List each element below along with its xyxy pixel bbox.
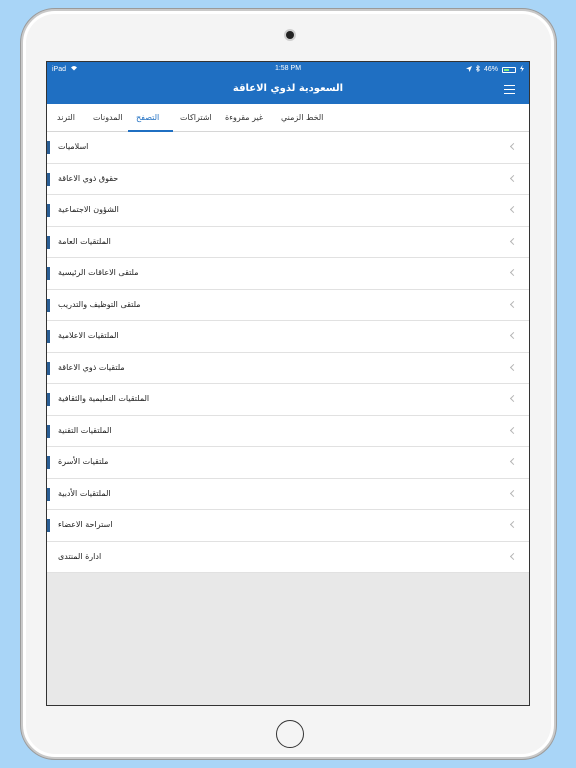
forum-label: الملتقيات الأدبية (58, 488, 111, 498)
forum-marker (47, 172, 50, 186)
forum-label: ادارة المنتدى (58, 551, 102, 561)
chevron-left-icon (509, 552, 518, 560)
forum-list-item[interactable]: اسلاميات (47, 132, 529, 164)
forum-label: الملتقيات العامة (58, 236, 111, 246)
forum-list-item[interactable]: الشؤون الاجتماعية (47, 195, 529, 227)
forum-label: الملتقيات الاعلامية (58, 331, 119, 340)
forum-list-item[interactable]: ملتقيات الأسرة (47, 447, 529, 479)
forum-label: ملتقى الاعاقات الرئيسية (58, 268, 139, 277)
tab-timeline[interactable]: الخط الزمني (281, 113, 323, 122)
forum-marker (47, 330, 50, 343)
battery-level (504, 68, 509, 71)
forum-marker (47, 267, 50, 280)
forum-list-item[interactable]: ادارة المنتدى (47, 542, 529, 573)
forum-list-item[interactable]: الملتقيات التقنية (47, 416, 529, 447)
forum-list: اسلاميات حقوق ذوي الاعاقة الشؤون الاجتماعي… (47, 132, 529, 573)
page-title: السعودية لذوي الاعاقة (232, 83, 344, 94)
forum-label: الملتقيات التقنية (58, 425, 112, 435)
chevron-left-icon (509, 489, 518, 497)
forum-list-item[interactable]: ملتقى التوظيف والتدريب (47, 290, 529, 321)
tab-trending[interactable]: الترند (57, 113, 75, 122)
forum-label: حقوق ذوي الاعاقة (58, 173, 119, 183)
status-time: 1:58 PM (274, 65, 302, 72)
navigation-bar: السعودية لذوي الاعاقة (47, 76, 529, 104)
chevron-left-icon (509, 300, 518, 308)
tab-browse[interactable]: التصفح (136, 113, 159, 122)
battery-icon (502, 66, 516, 73)
status-bar: iPad 1:58 PM 46% (47, 62, 529, 76)
chevron-left-icon (509, 426, 518, 434)
forum-list-item[interactable]: ملتقيات ذوي الاعاقة (47, 353, 529, 384)
forum-marker (47, 487, 50, 501)
chevron-left-icon (509, 142, 518, 151)
battery-percent: 46% (483, 66, 498, 73)
forum-marker (47, 424, 50, 438)
forum-list-item[interactable]: حقوق ذوي الاعاقة (47, 164, 529, 195)
chevron-left-icon (509, 394, 518, 403)
forum-label: ملتقيات ذوي الاعاقة (58, 362, 125, 372)
chevron-left-icon (509, 268, 518, 277)
location-arrow-icon (465, 65, 472, 74)
forum-label: استراحة الاعضاء (58, 520, 113, 529)
tab-unread[interactable]: غير مقروءة (225, 113, 263, 122)
forum-marker (47, 298, 50, 312)
forum-list-item[interactable]: الملتقيات العامة (47, 227, 529, 258)
forum-label: ملتقى التوظيف والتدريب (58, 299, 141, 309)
forum-list-item[interactable]: ملتقى الاعاقات الرئيسية (47, 258, 529, 290)
forum-label: الشؤون الاجتماعية (58, 205, 119, 214)
charging-icon (520, 65, 524, 74)
forum-marker (47, 393, 50, 406)
forum-marker (47, 235, 50, 249)
forum-label: اسلاميات (58, 142, 89, 151)
forum-list-item[interactable]: الملتقيات الاعلامية (47, 321, 529, 353)
chevron-left-icon (509, 174, 518, 182)
forum-marker (47, 204, 50, 217)
forum-marker (47, 456, 50, 469)
chevron-left-icon (509, 237, 518, 245)
tab-bar: الخط الزمني غير مقروءة اشتراكات التصفح ا… (47, 104, 529, 132)
forum-label: الملتقيات التعليمية والثقافية (58, 394, 150, 403)
tab-subscriptions[interactable]: اشتراكات (180, 113, 212, 122)
forum-list-item[interactable]: الملتقيات الأدبية (47, 479, 529, 510)
forum-list-item[interactable]: الملتقيات التعليمية والثقافية (47, 384, 529, 416)
chevron-left-icon (509, 457, 518, 466)
app-screen: iPad 1:58 PM 46% السعودية لذوي الاعاقة ا… (46, 61, 530, 706)
forum-marker (47, 519, 50, 532)
forum-marker (47, 141, 50, 154)
chevron-left-icon (509, 363, 518, 371)
front-camera (286, 31, 294, 39)
home-button[interactable] (276, 720, 304, 748)
bluetooth-icon (475, 64, 481, 74)
tab-blogs[interactable]: المدونات (93, 113, 123, 122)
forum-list-item[interactable]: استراحة الاعضاء (47, 510, 529, 542)
chevron-left-icon (509, 331, 518, 340)
forum-label: ملتقيات الأسرة (58, 457, 109, 466)
chevron-left-icon (509, 205, 518, 214)
forum-marker (47, 361, 50, 375)
hamburger-menu-icon[interactable] (504, 85, 515, 94)
chevron-left-icon (509, 520, 518, 529)
